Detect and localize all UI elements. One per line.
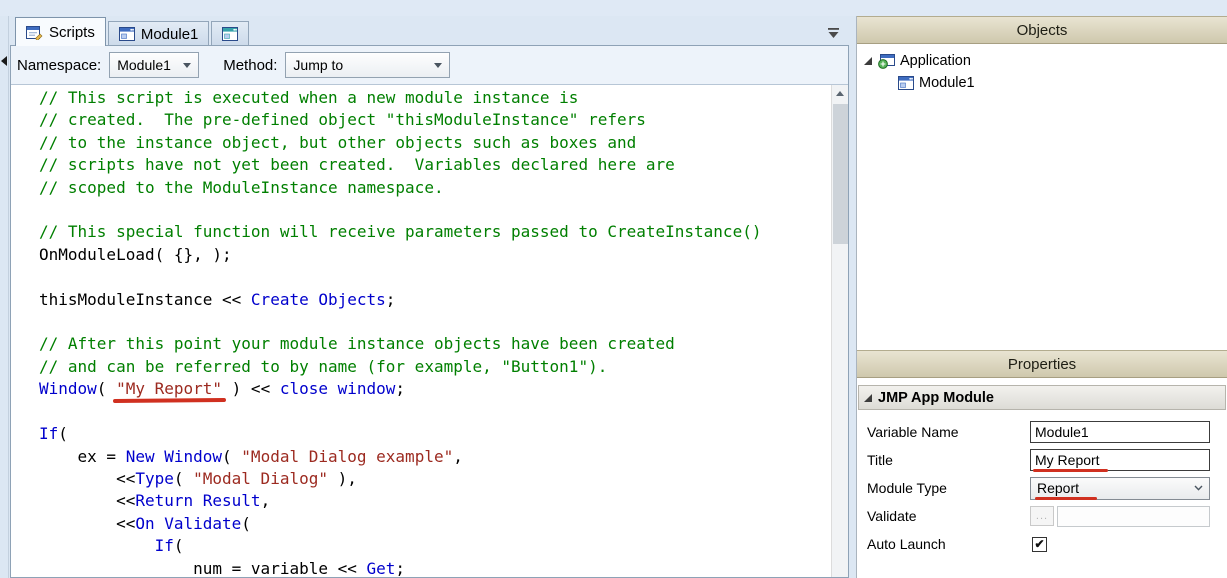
code-line: // created. The pre-defined object "this… xyxy=(39,110,646,130)
code-line: If( xyxy=(39,424,68,444)
tab-bar: Scripts Module1 xyxy=(10,16,849,46)
code-line: Window( "My Report" ) << close window; xyxy=(39,379,406,399)
tab-module1[interactable]: Module1 xyxy=(107,21,210,46)
module-type-dropdown[interactable]: Report xyxy=(1030,476,1210,500)
tree-item-label: Application xyxy=(900,53,971,69)
application-icon xyxy=(878,53,895,69)
tree-item-application[interactable]: Application xyxy=(857,50,1227,72)
code-line: <<Type( "Modal Dialog" ), xyxy=(39,468,357,488)
jmp-app-builder-window: Scripts Module1 Namespace: Module1 Method… xyxy=(0,0,1227,578)
module-icon xyxy=(898,76,914,90)
section-title: JMP App Module xyxy=(878,389,994,406)
auto-launch-checkbox[interactable]: ✔ xyxy=(1032,536,1047,552)
tab-scripts[interactable]: Scripts xyxy=(15,17,106,46)
properties-body: JMP App Module Variable Name Module1 Title… xyxy=(857,378,1227,578)
method-combobox[interactable]: Jump to xyxy=(285,52,451,78)
code-line: num = variable << Get; xyxy=(39,558,406,577)
scroll-up-button[interactable] xyxy=(832,85,848,102)
property-label: Title xyxy=(867,452,893,468)
property-row-validate: Validate... xyxy=(857,502,1227,530)
code-text-area[interactable]: // This script is executed when a new mo… xyxy=(11,87,831,577)
code-line: // and can be referred to by name (for e… xyxy=(39,356,608,376)
method-combobox-value: Jump to xyxy=(293,57,344,73)
tree-item-label: Module1 xyxy=(919,75,975,91)
code-line: If( xyxy=(154,536,184,556)
module2-window-icon xyxy=(222,27,239,41)
section-expand-icon[interactable] xyxy=(863,393,873,403)
title-input[interactable]: My Report xyxy=(1030,449,1210,472)
editor-vertical-scrollbar[interactable] xyxy=(831,85,848,577)
script-toolbar: Namespace: Module1 Method: Jump to xyxy=(11,46,848,85)
code-line: <<Return Result, xyxy=(39,491,271,511)
chevron-down-icon xyxy=(183,62,192,68)
code-line: // This special function will receive pa… xyxy=(39,222,762,242)
objects-panel-header: Objects xyxy=(857,16,1227,44)
code-line: thisModuleInstance << Create Objects; xyxy=(39,289,396,309)
window-top-strip xyxy=(0,0,1227,16)
editor-frame: Namespace: Module1 Method: Jump to // Th… xyxy=(10,45,849,578)
code-line: ex = New Window( "Modal Dialog example", xyxy=(39,446,463,466)
code-line: // scoped to the ModuleInstance namespac… xyxy=(39,177,444,197)
property-grid: Variable Name Module1 Title My Report Module… xyxy=(857,410,1227,558)
panel-splitter[interactable] xyxy=(849,16,856,578)
script-editor-panel: Scripts Module1 Namespace: Module1 Method… xyxy=(10,16,849,578)
code-line: // After this point your module instance… xyxy=(39,334,675,354)
chevron-down-icon xyxy=(434,62,443,68)
properties-panel-title: Properties xyxy=(1007,355,1077,373)
chevron-down-icon xyxy=(1194,485,1203,491)
property-label: Module Type xyxy=(867,480,947,496)
validate-input[interactable] xyxy=(1057,505,1210,527)
checkmark-icon: ✔ xyxy=(1034,537,1045,551)
property-label: Validate xyxy=(867,508,917,524)
collapse-panel-arrow-icon[interactable] xyxy=(1,56,7,66)
property-row-title: Title My Report xyxy=(857,446,1227,474)
up-arrow-icon xyxy=(836,91,844,96)
annotated-value: Report xyxy=(1034,480,1098,500)
tab-label: Scripts xyxy=(49,23,95,41)
collapsed-panel-strip[interactable] xyxy=(0,16,9,578)
code-line: // This script is executed when a new mo… xyxy=(39,88,579,107)
property-row-variable-name: Variable Name Module1 xyxy=(857,418,1227,446)
expand-collapse-icon[interactable] xyxy=(863,56,873,66)
objects-tree: Application Module1 xyxy=(857,44,1227,350)
annotated-string: "My Report" xyxy=(116,379,223,399)
module-window-icon xyxy=(118,27,135,41)
tab-module-icon-only[interactable] xyxy=(211,21,250,46)
namespace-combobox[interactable]: Module1 xyxy=(109,52,200,78)
code-line: OnModuleLoad( {}, ); xyxy=(39,244,232,264)
code-line: // to the instance object, but other obj… xyxy=(39,132,637,152)
scrollbar-thumb[interactable] xyxy=(833,104,848,244)
tab-list-dropdown-icon[interactable] xyxy=(828,25,839,43)
code-line: // scripts have not yet been created. Va… xyxy=(39,155,675,175)
annotated-value: My Report xyxy=(1033,452,1108,472)
tab-label: Module1 xyxy=(140,25,199,43)
method-label: Method: xyxy=(223,56,278,74)
right-panel: Objects Application Module1 Properties JM… xyxy=(856,16,1227,578)
property-row-module-type: Module Type Report xyxy=(857,474,1227,502)
namespace-combobox-value: Module1 xyxy=(117,57,171,73)
objects-panel-title: Objects xyxy=(1016,21,1068,39)
property-label: Variable Name xyxy=(867,424,959,440)
variable-name-input[interactable]: Module1 xyxy=(1030,421,1210,443)
validate-browse-button[interactable]: ... xyxy=(1030,506,1054,526)
code-line: <<On Validate( xyxy=(39,513,251,533)
property-label: Auto Launch xyxy=(867,536,946,552)
namespace-label: Namespace: xyxy=(17,56,102,74)
property-row-auto-launch: Auto Launch ✔ xyxy=(857,530,1227,558)
tree-item-module1[interactable]: Module1 xyxy=(857,72,1227,94)
code-editor[interactable]: // This script is executed when a new mo… xyxy=(11,85,848,577)
properties-panel-header: Properties xyxy=(857,350,1227,378)
section-jmp-app-module[interactable]: JMP App Module xyxy=(858,385,1226,410)
script-window-icon xyxy=(26,25,43,40)
